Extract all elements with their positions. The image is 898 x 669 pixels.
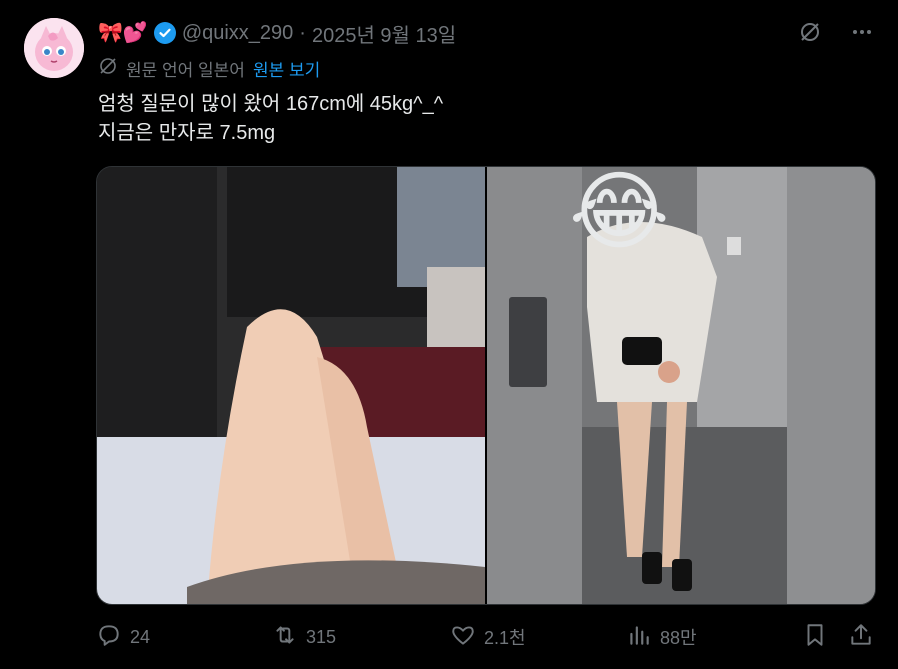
tweet-text-line-2: 지금은 만자로 7.5mg	[98, 122, 276, 144]
view-original-link[interactable]: 원본 보기	[253, 56, 320, 81]
display-name[interactable]: 🎀💕	[98, 23, 148, 43]
verified-badge-icon[interactable]	[153, 22, 176, 44]
photo-left[interactable]	[97, 167, 485, 604]
share-button[interactable]	[848, 622, 874, 653]
translation-note: 원문 언어 일본어 원본 보기	[98, 56, 320, 81]
media-grid: 😂	[96, 166, 876, 605]
separator-dot: ·	[299, 21, 306, 44]
like-button[interactable]: 2.1천	[450, 622, 526, 653]
more-icon[interactable]	[850, 20, 874, 44]
retweet-icon	[272, 622, 298, 653]
views-icon	[626, 622, 652, 653]
share-icon	[848, 622, 874, 653]
views-button[interactable]: 88만	[626, 622, 697, 653]
action-bar: 24 315 2.1천 88만	[96, 620, 874, 654]
tweet-text: 엄청 질문이 많이 왔어 167cm에 45kg^_^ 지금은 만자로 7.5m…	[98, 90, 443, 148]
reply-count: 24	[130, 626, 151, 647]
grok-slash-icon[interactable]	[798, 20, 822, 44]
retweet-count: 315	[306, 626, 337, 647]
translation-source-label: 원문 언어 일본어	[126, 61, 245, 80]
avatar[interactable]	[24, 18, 84, 78]
photo-right-image	[487, 167, 875, 604]
bookmark-icon	[802, 622, 828, 653]
translate-icon	[98, 56, 118, 81]
user-handle[interactable]: @quixx_290	[182, 22, 293, 45]
photo-right[interactable]: 😂	[487, 167, 875, 604]
retweet-button[interactable]: 315	[272, 622, 336, 653]
reply-button[interactable]: 24	[96, 622, 150, 653]
header-actions	[798, 20, 874, 44]
views-count: 88만	[660, 628, 697, 648]
tweet-header: 🎀💕 @quixx_290 · 2025년 9월 13일	[98, 19, 456, 47]
tweet-date[interactable]: 2025년 9월 13일	[312, 19, 456, 48]
avatar-image	[24, 18, 84, 78]
like-count: 2.1천	[484, 628, 526, 648]
like-icon	[450, 622, 476, 653]
reply-icon	[96, 622, 122, 653]
photo-left-image	[97, 167, 485, 604]
tweet-text-line-1: 엄청 질문이 많이 왔어 167cm에 45kg^_^	[98, 93, 444, 115]
bookmark-button[interactable]	[802, 622, 828, 653]
laughing-emoji-overlay: 😂	[569, 166, 670, 260]
